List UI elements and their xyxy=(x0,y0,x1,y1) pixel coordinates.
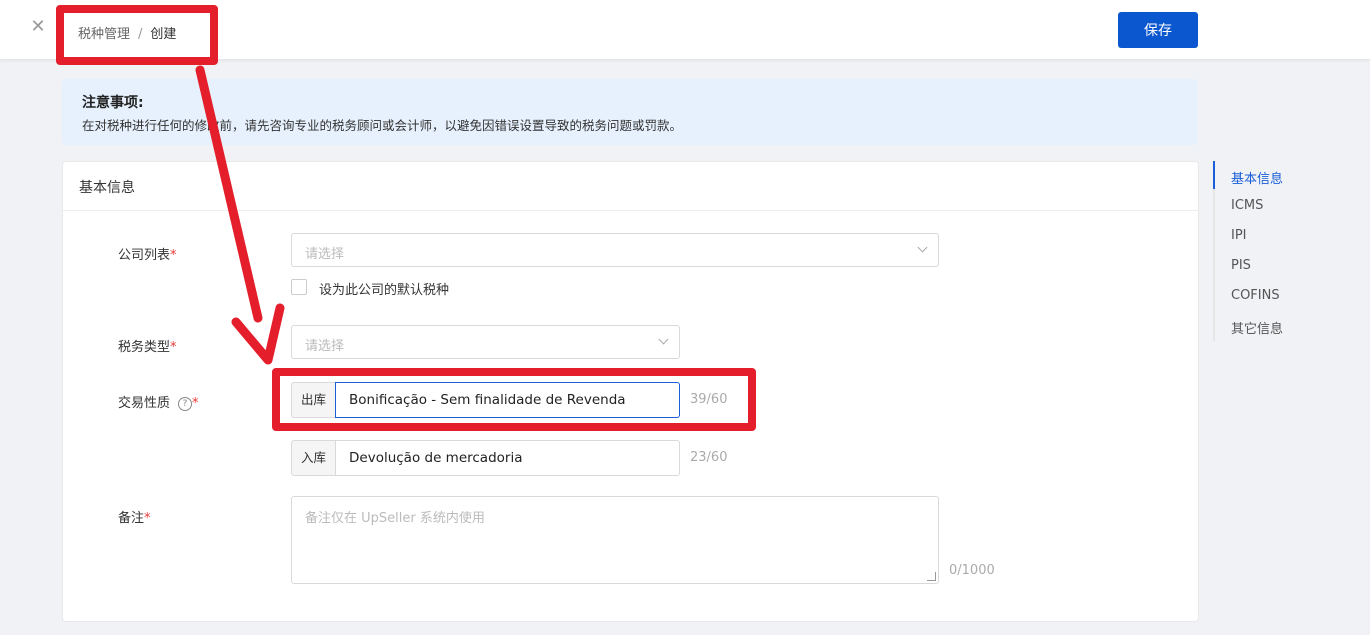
annotation-arrow xyxy=(195,65,285,365)
arrow-shaft xyxy=(195,65,263,323)
